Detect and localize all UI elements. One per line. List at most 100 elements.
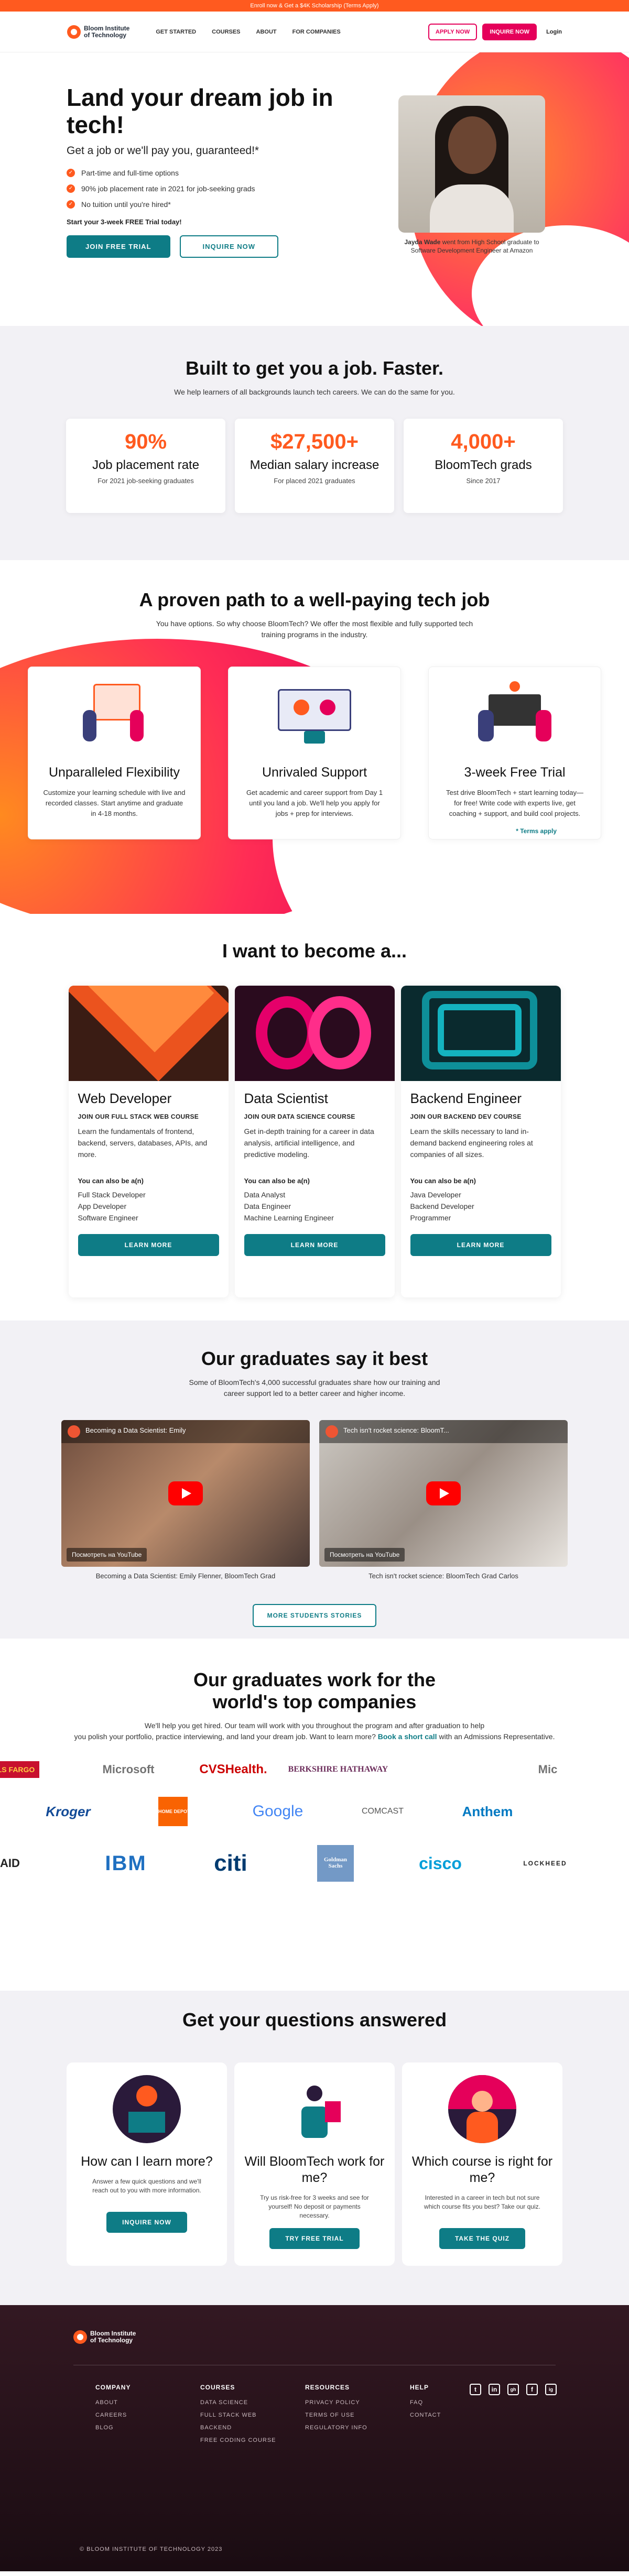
track-course: JOIN OUR FULL STACK WEB COURSE: [78, 1113, 199, 1120]
nav-link-courses[interactable]: COURSES: [212, 29, 240, 35]
apply-now-button[interactable]: APPLY NOW: [428, 23, 478, 40]
video-title: Tech isn't rocket science: BloomT...: [343, 1426, 449, 1434]
video-caption: Becoming a Data Scientist: Emily Flenner…: [95, 1572, 276, 1580]
nav-link-for-companies[interactable]: FOR COMPANIES: [292, 29, 341, 35]
support-illustration-icon: [262, 679, 367, 747]
watch-on-youtube-link[interactable]: Посмотреть на YouTube: [324, 1548, 405, 1562]
home-depot-logo: HOME DEPOT: [158, 1797, 190, 1826]
instagram-icon[interactable]: ig: [545, 2384, 557, 2395]
nav-link-about[interactable]: ABOUT: [256, 29, 277, 35]
path-card-text: Test drive BloomTech + start learning to…: [446, 789, 583, 817]
footer-link-backend[interactable]: BACKEND: [200, 2425, 305, 2431]
companies-section: Our graduates work for the world's top co…: [0, 1639, 629, 1991]
footer-link-terms[interactable]: TERMS OF USE: [305, 2412, 410, 2418]
companies-lead: We'll help you get hired. Our team will …: [74, 1721, 555, 1741]
path-card-text: Customize your learning schedule with li…: [43, 789, 186, 817]
facebook-icon[interactable]: f: [526, 2384, 538, 2395]
track-desc: Learn the skills necessary to land in-de…: [410, 1127, 533, 1159]
login-link[interactable]: Login: [546, 29, 562, 35]
role-item: Backend Developer: [410, 1202, 474, 1210]
goldman-sachs-logo: Goldman Sachs: [317, 1845, 354, 1882]
path-card-title: Unrivaled Support: [262, 765, 367, 780]
hero-content: Land your dream job in tech! Get a job o…: [67, 84, 360, 258]
join-free-trial-button[interactable]: JOIN FREE TRIAL: [67, 235, 170, 258]
backend-art-icon: [400, 986, 561, 1081]
track-title: Data Scientist: [244, 1090, 328, 1106]
faq-card-title: How can I learn more?: [81, 2154, 213, 2169]
site-logo[interactable]: Bloom Institute of Technology: [67, 25, 129, 39]
faq-inquire-button[interactable]: INQUIRE NOW: [106, 2212, 187, 2233]
linkedin-icon[interactable]: in: [489, 2384, 500, 2395]
video-player[interactable]: Tech isn't rocket science: BloomT... Пос…: [319, 1420, 568, 1567]
video-item: Tech isn't rocket science: BloomT... Пос…: [319, 1420, 568, 1580]
footer-link-privacy[interactable]: PRIVACY POLICY: [305, 2399, 410, 2406]
also-label: You can also be a(n): [410, 1177, 476, 1185]
nav-links: GET STARTED COURSES ABOUT FOR COMPANIES: [156, 29, 340, 35]
anthem-logo: Anthem: [462, 1803, 513, 1819]
footer-logo[interactable]: Bloom Institute of Technology: [73, 2330, 136, 2344]
nav-link-get-started[interactable]: GET STARTED: [156, 29, 196, 35]
check-icon: ✓: [67, 169, 75, 177]
hero-inquire-button[interactable]: INQUIRE NOW: [179, 235, 279, 258]
try-free-trial-button[interactable]: TRY FREE TRIAL: [269, 2228, 360, 2249]
book-call-link[interactable]: Book a short call: [378, 1732, 437, 1741]
path-title: A proven path to a well-paying tech job: [139, 589, 490, 610]
learn-more-backend-button[interactable]: LEARN MORE: [410, 1234, 551, 1256]
role-list: Data Analyst Data Engineer Machine Learn…: [244, 1189, 385, 1229]
video-list: Becoming a Data Scientist: Emily Посмотр…: [0, 1420, 629, 1580]
footer-link-about[interactable]: ABOUT: [95, 2399, 200, 2406]
logo-text: Bloom Institute of Technology: [84, 24, 130, 39]
social-links: t in gh f ig: [470, 2384, 557, 2395]
site-footer: Bloom Institute of Technology COMPANY ABO…: [0, 2305, 629, 2571]
footer-link-regulatory[interactable]: REGULATORY INFO: [305, 2425, 410, 2431]
learn-more-data-button[interactable]: LEARN MORE: [244, 1234, 385, 1256]
play-icon[interactable]: [426, 1481, 461, 1505]
companies-title: Our graduates work for the world's top co…: [193, 1669, 436, 1712]
role-item: Data Analyst: [244, 1191, 286, 1199]
proven-path-section: A proven path to a well-paying tech job …: [0, 560, 629, 914]
twitter-icon[interactable]: t: [470, 2384, 481, 2395]
trial-text: Start your 3-week FREE Trial today!: [67, 218, 182, 226]
check-item: ✓ Part-time and full-time options: [67, 169, 360, 177]
faq-card-learn-more: How can I learn more? Answer a few quick…: [67, 2062, 227, 2266]
announcement-banner[interactable]: Enroll now & Get a $4K Scholarship (Term…: [0, 0, 629, 12]
role-item: Machine Learning Engineer: [244, 1214, 334, 1222]
video-title: Becoming a Data Scientist: Emily: [85, 1426, 186, 1434]
laptop-person-icon: [113, 2075, 181, 2143]
more-stories-button[interactable]: MORE STUDENTS STORIES: [252, 1604, 377, 1627]
stat-label: Job placement rate: [92, 458, 200, 472]
video-player[interactable]: Becoming a Data Scientist: Emily Посмотр…: [61, 1420, 310, 1567]
role-item: Software Engineer: [78, 1214, 138, 1222]
footer-link-faq[interactable]: FAQ: [410, 2399, 515, 2406]
faq-card-which-course: Which course is right for me? Interested…: [402, 2062, 562, 2266]
channel-avatar-icon: [68, 1425, 80, 1438]
footer-link-free-coding[interactable]: FREE CODING COURSE: [200, 2437, 305, 2443]
footer-link-careers[interactable]: CAREERS: [95, 2412, 200, 2418]
stat-card: 90% Job placement rate For 2021 job-seek…: [66, 419, 225, 513]
github-icon[interactable]: gh: [507, 2384, 519, 2395]
microsoft-logo-repeat: Mic: [538, 1763, 558, 1776]
role-item: Data Engineer: [244, 1202, 291, 1210]
inquire-now-button[interactable]: INQUIRE NOW: [482, 23, 537, 40]
stat-sub: For 2021 job-seeking graduates: [97, 477, 194, 485]
footer-columns: COMPANY ABOUT CAREERS BLOG COURSES DATA …: [95, 2384, 515, 2450]
footer-link-blog[interactable]: BLOG: [95, 2425, 200, 2431]
footer-link-full-stack[interactable]: FULL STACK WEB: [200, 2412, 305, 2418]
terms-apply-link[interactable]: * Terms apply: [516, 827, 557, 835]
footer-link-contact[interactable]: CONTACT: [410, 2412, 515, 2418]
take-quiz-button[interactable]: TAKE THE QUIZ: [439, 2228, 526, 2249]
path-cards: Unparalleled Flexibility Customize your …: [0, 667, 629, 839]
track-title: Backend Engineer: [410, 1090, 522, 1106]
track-card-data-scientist: Data Scientist JOIN OUR DATA SCIENCE COU…: [234, 986, 395, 1297]
tracks-title: I want to become a...: [222, 940, 407, 962]
play-icon[interactable]: [168, 1481, 203, 1505]
role-item: Programmer: [410, 1214, 451, 1222]
learn-more-web-button[interactable]: LEARN MORE: [78, 1234, 219, 1256]
watch-on-youtube-link[interactable]: Посмотреть на YouTube: [67, 1548, 147, 1562]
faq-card-text: Answer a few quick questions and we'll r…: [92, 2178, 201, 2194]
career-tracks-section: I want to become a... Web Developer JOIN…: [0, 914, 629, 1320]
question-person-icon: [280, 2075, 349, 2143]
path-card-text: Get academic and career support from Day…: [246, 789, 383, 817]
stats-lead: We help learners of all backgrounds laun…: [174, 388, 455, 396]
footer-link-data-science[interactable]: DATA SCIENCE: [200, 2399, 305, 2406]
